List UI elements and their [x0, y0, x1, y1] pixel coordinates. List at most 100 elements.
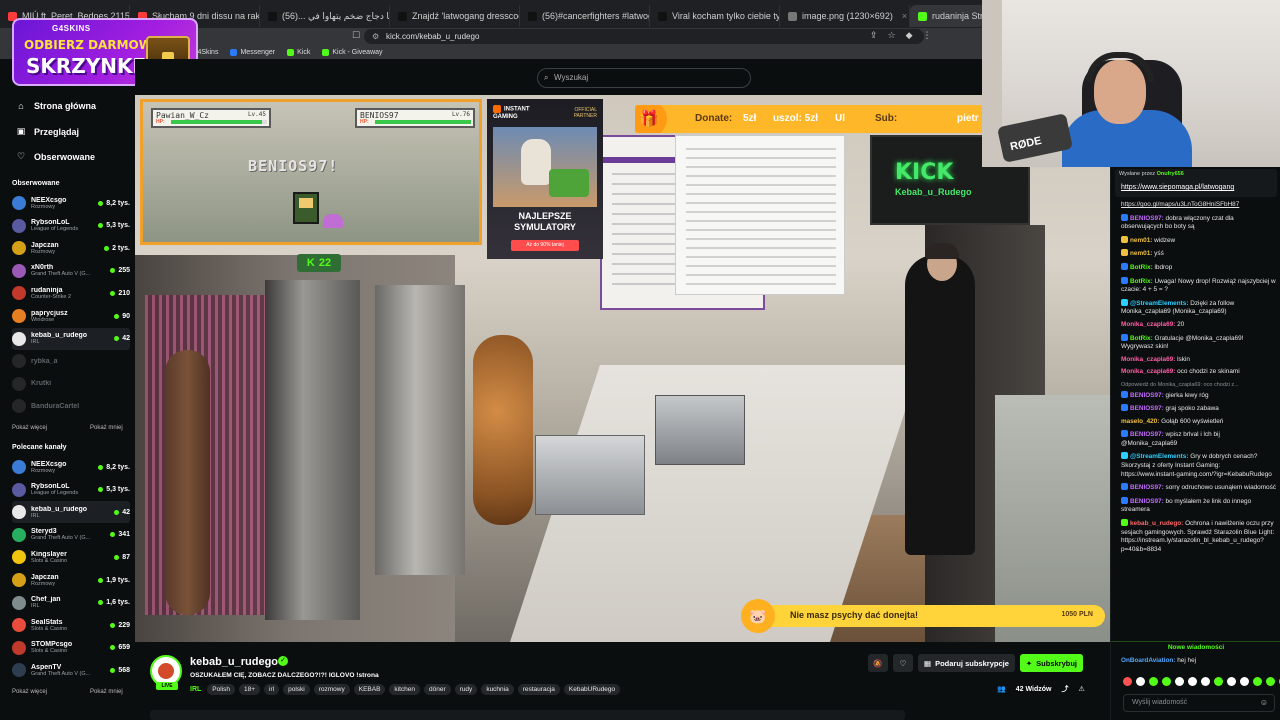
- chat-username[interactable]: BotRix:: [1130, 264, 1153, 271]
- sidebar-channel-item[interactable]: Steryd3 Grand Theft Auto V (G... 341: [12, 524, 130, 546]
- chat-username[interactable]: BENIOS97:: [1130, 392, 1164, 399]
- nav-following[interactable]: ♡ Obserwowane: [16, 151, 95, 162]
- gift-sub-button[interactable]: ▦ Podaruj subskrypcje: [918, 654, 1015, 672]
- emote-icon[interactable]: [1136, 677, 1145, 686]
- channel-name[interactable]: kebab_u_rudego: [190, 656, 278, 668]
- sidebar-channel-item[interactable]: BanduraCartel: [12, 395, 130, 417]
- chat-username[interactable]: BENIOS97:: [1130, 431, 1164, 438]
- sidebar-channel-item[interactable]: rudaninja Counter-Strike 2 210: [12, 282, 130, 304]
- sidebar-channel-item[interactable]: AspenTV Grand Theft Auto V (G... 568: [12, 659, 130, 681]
- chat-username[interactable]: @StreamElements:: [1130, 300, 1188, 307]
- followed-show-more[interactable]: Pokaż więcej: [12, 425, 47, 431]
- chat-username[interactable]: BENIOS97:: [1130, 215, 1164, 222]
- sidebar-channel-item[interactable]: xN0rth Grand Theft Auto V (G... 255: [12, 260, 130, 282]
- pinned-message[interactable]: Wysłane przez Onufry656 https://www.siep…: [1115, 169, 1277, 197]
- share-icon[interactable]: ⤴: [1061, 684, 1068, 694]
- bookmark-item[interactable]: Kick - Giveaway: [322, 48, 383, 56]
- emote-icon[interactable]: [1201, 677, 1210, 686]
- stream-tag[interactable]: rudy: [454, 684, 478, 695]
- emote-icon[interactable]: [1162, 677, 1171, 686]
- site-info-icon[interactable]: ⚙: [372, 29, 379, 44]
- emote-icon[interactable]: [1214, 677, 1223, 686]
- chat-username[interactable]: BENIOS97:: [1130, 498, 1164, 505]
- bookmark-item[interactable]: Messenger: [230, 48, 275, 56]
- chat-text[interactable]: https://goo.gl/maps/u3LnToG8HniSFbH87: [1121, 201, 1239, 208]
- emote-icon[interactable]: [1253, 677, 1262, 686]
- sidebar-channel-item[interactable]: NEEXcsgo Rozmowy 8,2 tys.: [12, 192, 130, 214]
- share-icon[interactable]: ⇪: [870, 30, 878, 41]
- chat-username[interactable]: nem01:: [1130, 250, 1152, 257]
- sidebar-channel-item[interactable]: SealStats Slots & Casino 229: [12, 614, 130, 636]
- follow-button[interactable]: ♡: [893, 654, 913, 672]
- sidebar-channel-item[interactable]: Chef_jan IRL 1,6 tys.: [12, 592, 130, 614]
- chat-username[interactable]: BotRix:: [1130, 335, 1153, 342]
- pinned-link[interactable]: https://www.siepomaga.pl/latwogang: [1121, 184, 1234, 191]
- chat-username[interactable]: nem01:: [1130, 237, 1152, 244]
- emote-icon[interactable]: [1149, 677, 1158, 686]
- report-icon[interactable]: ⚠: [1078, 685, 1084, 693]
- extension-icon[interactable]: ◆: [906, 30, 913, 41]
- stream-tag[interactable]: KEBAB: [353, 684, 386, 695]
- sidebar-channel-item[interactable]: STOMPcsgo Slots & Casino 659: [12, 637, 130, 659]
- sidebar-channel-item[interactable]: Japczan Rozmowy 2 tys.: [12, 237, 130, 259]
- menu-icon[interactable]: ⋮: [923, 30, 932, 41]
- browser-tab[interactable]: Znajdź 'latwogang dresscode afera'×: [390, 5, 520, 27]
- emote-icon[interactable]: [1240, 677, 1249, 686]
- new-messages-divider[interactable]: Nowe wiadomości: [1111, 641, 1280, 651]
- star-icon[interactable]: ☆: [888, 30, 896, 41]
- search-input[interactable]: ⌕ Wyszukaj: [537, 68, 751, 88]
- stream-tag[interactable]: döner: [424, 684, 451, 695]
- stream-tag[interactable]: KebabURudego: [563, 684, 621, 695]
- chat-username[interactable]: Monika_czapla69:: [1121, 321, 1175, 328]
- browser-tab[interactable]: مسرع شاورما دجاج ضخم يتهاوا في ...(56)×: [260, 5, 390, 27]
- sidebar-channel-item[interactable]: Krutki: [12, 373, 130, 395]
- recommended-show-more[interactable]: Pokaż więcej: [12, 689, 47, 695]
- chat-username[interactable]: BotRix:: [1130, 278, 1153, 285]
- emote-icon[interactable]: [1227, 677, 1236, 686]
- emote-icon[interactable]: [1188, 677, 1197, 686]
- url-field[interactable]: ⚙ kick.com/kebab_u_rudego: [364, 29, 924, 44]
- browser-tab[interactable]: rudaninja Stream - Watch Li×: [910, 5, 982, 27]
- sidebar-channel-item[interactable]: Kingslayer Slots & Casino 87: [12, 546, 130, 568]
- sidebar-channel-item[interactable]: RybsonLoL League of Legends 5,3 tys.: [12, 215, 130, 237]
- chat-username[interactable]: kebab_u_rudego:: [1130, 520, 1183, 527]
- sidebar-channel-item[interactable]: RybsonLoL League of Legends 5,3 tys.: [12, 479, 130, 501]
- bookmark-item[interactable]: Kick: [287, 48, 310, 56]
- emoji-icon[interactable]: ☺: [1260, 695, 1268, 711]
- emote-icon[interactable]: [1266, 677, 1275, 686]
- chat-username[interactable]: @StreamElements:: [1130, 453, 1188, 460]
- recommended-show-less[interactable]: Pokaż mniej: [90, 689, 123, 695]
- nav-home[interactable]: ⌂ Strona główna: [16, 101, 96, 111]
- subscribe-button[interactable]: ✦ Subskrybuj: [1019, 654, 1084, 672]
- chat-input[interactable]: Wyślij wiadomość ☺: [1123, 694, 1275, 712]
- bookmark-star-icon[interactable]: ☐: [352, 30, 360, 41]
- chat-username[interactable]: maselo_420:: [1121, 418, 1159, 425]
- chat-username[interactable]: BENIOS97:: [1130, 405, 1164, 412]
- chat-username[interactable]: Monika_czapla69:: [1121, 368, 1175, 375]
- browser-tab[interactable]: image.png (1230×692) ×: [780, 5, 910, 27]
- chat-username[interactable]: BENIOS97:: [1130, 484, 1164, 491]
- stream-tag[interactable]: kitchen: [389, 684, 421, 695]
- video-player[interactable]: KICK Kebab_u_Rudego Pawian_W_Cz Lv.45 HP…: [135, 95, 1110, 642]
- stream-tag[interactable]: polski: [283, 684, 310, 695]
- chat-username[interactable]: Monika_czapla69:: [1121, 356, 1175, 363]
- stream-tag[interactable]: rozmowy: [313, 684, 350, 695]
- stream-tag[interactable]: irl: [264, 684, 280, 695]
- sidebar-channel-item[interactable]: NEEXcsgo Rozmowy 8,2 tys.: [12, 456, 130, 478]
- sidebar-channel-item[interactable]: kebab_u_rudego IRL 42: [12, 327, 130, 350]
- tab-close-icon[interactable]: ×: [902, 11, 907, 21]
- sidebar-channel-item[interactable]: rybka_a: [12, 350, 130, 372]
- nav-browse[interactable]: ▣ Przeglądaj: [16, 126, 79, 137]
- stream-category[interactable]: IRL: [190, 686, 201, 693]
- mute-notifications-button[interactable]: 🔕: [868, 654, 888, 672]
- stream-tag[interactable]: restauracja: [517, 684, 560, 695]
- emote-icon[interactable]: [1175, 677, 1184, 686]
- stream-tag[interactable]: 18+: [239, 684, 261, 695]
- stream-tag[interactable]: Polish: [207, 684, 235, 695]
- sidebar-channel-item[interactable]: Japczan Rozmowy 1,9 tys.: [12, 569, 130, 591]
- emote-icon[interactable]: [1123, 677, 1132, 686]
- browser-tab[interactable]: Viral kocham tylko ciebie ty szmaat×: [650, 5, 780, 27]
- sidebar-channel-item[interactable]: kebab_u_rudego IRL 42: [12, 501, 130, 524]
- followed-show-less[interactable]: Pokaż mniej: [90, 425, 123, 431]
- chat-username[interactable]: OnBoardAviation:: [1121, 657, 1175, 664]
